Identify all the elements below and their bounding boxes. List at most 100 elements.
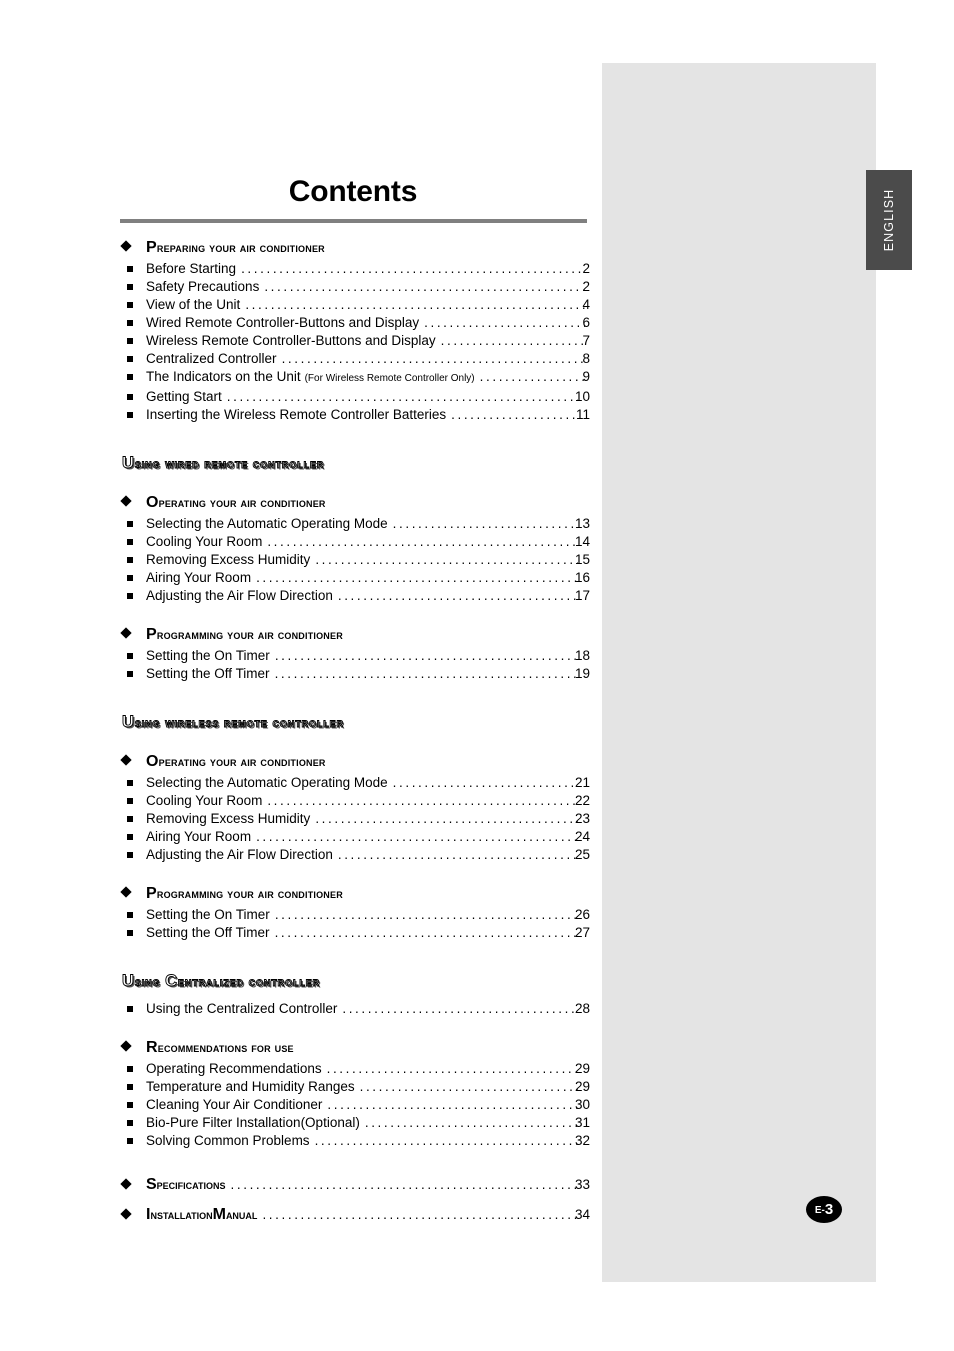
toc-entry[interactable]: The Indicators on the Unit (For Wireless … (120, 368, 590, 388)
toc-section-heading: Recommendations for use (120, 1039, 590, 1057)
toc-entry[interactable]: Temperature and Humidity Ranges.........… (120, 1078, 590, 1096)
toc-entry[interactable]: Before Starting.........................… (120, 260, 590, 278)
heading-lead-cap: O (146, 494, 159, 511)
table-of-contents: Contents Preparing your air conditioner B… (120, 175, 590, 1224)
toc-entry[interactable]: Centralized Controller..................… (120, 350, 590, 368)
square-bullet-icon (127, 1066, 133, 1072)
toc-top-entry[interactable]: Specifications..........................… (120, 1176, 590, 1194)
dot-leader: ........................................… (392, 775, 578, 790)
toc-entry-list: Setting the On Timer....................… (120, 647, 590, 683)
toc-entry-title: Safety Precautions (146, 279, 260, 294)
heading-text: rogramming your air conditioner (156, 886, 343, 901)
toc-entry-page: 18 (574, 648, 590, 663)
toc-entry-page: 22 (574, 793, 590, 808)
toc-entry-page: 32 (574, 1133, 590, 1148)
square-bullet-icon (127, 1084, 133, 1090)
toc-entry[interactable]: Safety Precautions......................… (120, 278, 590, 296)
toc-entry[interactable]: Getting Start...........................… (120, 388, 590, 406)
square-bullet-icon (127, 1102, 133, 1108)
toc-entry[interactable]: Selecting the Automatic Operating Mode..… (120, 774, 590, 792)
toc-entry[interactable]: Wired Remote Controller-Buttons and Disp… (120, 314, 590, 332)
banner-lead-cap: U (122, 713, 135, 732)
square-bullet-icon (127, 284, 133, 290)
square-bullet-icon (127, 356, 133, 362)
toc-entry-title: Cleaning Your Air Conditioner (146, 1097, 323, 1112)
banner-text-a: sing (134, 974, 166, 990)
toc-entry[interactable]: Inserting the Wireless Remote Controller… (120, 406, 590, 424)
toc-entry-title: View of the Unit (146, 297, 241, 312)
toc-entry[interactable]: Using the Centralized Controller........… (120, 1000, 590, 1018)
top-entry-second-cap: M (212, 1206, 226, 1223)
toc-entry[interactable]: Adjusting the Air Flow Direction........… (120, 587, 590, 605)
toc-entry[interactable]: Adjusting the Air Flow Direction........… (120, 846, 590, 864)
square-bullet-icon (127, 671, 133, 677)
toc-block: Operating your air conditioner Selecting … (120, 753, 590, 864)
toc-entry-title: Setting the On Timer (146, 907, 270, 922)
dot-leader: ........................................… (364, 1115, 578, 1130)
banner-second-cap: C (165, 972, 178, 991)
toc-entry-title: Cooling Your Room (146, 534, 263, 549)
toc-entry-title: Removing Excess Humidity (146, 811, 311, 826)
square-bullet-icon (127, 1120, 133, 1126)
square-bullet-icon (127, 539, 133, 545)
toc-entry-list: Setting the On Timer....................… (120, 906, 590, 942)
language-tab-english: ENGLISH (866, 170, 912, 270)
banner-lead-cap: U (122, 972, 135, 991)
toc-entry[interactable]: View of the Unit........................… (120, 296, 590, 314)
dot-leader: ........................................… (315, 811, 578, 826)
toc-entry[interactable]: Airing Your Room........................… (120, 569, 590, 587)
diamond-bullet-icon (120, 1208, 132, 1220)
toc-entry-title: Setting the Off Timer (146, 666, 270, 681)
toc-entry-page: 29 (574, 1061, 590, 1076)
toc-entry[interactable]: Removing Excess Humidity................… (120, 551, 590, 569)
toc-entry[interactable]: Solving Common Problems.................… (120, 1132, 590, 1150)
toc-section-heading: Operating your air conditioner (120, 753, 590, 771)
toc-block: Recommendations for use Operating Recomme… (120, 1039, 590, 1150)
toc-entry-page: 29 (574, 1079, 590, 1094)
dot-leader: ........................................… (451, 407, 579, 422)
page-badge-prefix: E- (814, 1204, 825, 1216)
dot-leader: ........................................… (256, 570, 578, 585)
toc-entry[interactable]: Wireless Remote Controller-Buttons and D… (120, 332, 590, 350)
toc-top-entry[interactable]: Installation Manual.....................… (120, 1206, 590, 1224)
top-entry-lead-cap: S (146, 1176, 157, 1193)
square-bullet-icon (127, 266, 133, 272)
toc-entry-page: 2 (582, 279, 590, 294)
toc-entry[interactable]: Bio-Pure Filter Installation(Optional)..… (120, 1114, 590, 1132)
toc-entry[interactable]: Setting the Off Timer...................… (120, 665, 590, 683)
toc-entry-page: 15 (574, 552, 590, 567)
toc-entry[interactable]: Cooling Your Room.......................… (120, 792, 590, 810)
heading-lead-cap: P (146, 626, 157, 643)
toc-entry[interactable]: Cooling Your Room.......................… (120, 533, 590, 551)
toc-entry-page: 11 (575, 407, 590, 422)
toc-entry-page: 30 (574, 1097, 590, 1112)
toc-entry-title: Airing Your Room (146, 570, 252, 585)
toc-entry-page: 14 (574, 534, 590, 549)
toc-entry-title: Selecting the Automatic Operating Mode (146, 775, 388, 790)
toc-entry-title: Centralized Controller (146, 351, 277, 366)
page-title: Contents (288, 175, 418, 208)
toc-entry[interactable]: Selecting the Automatic Operating Mode..… (120, 515, 590, 533)
diamond-bullet-icon (120, 886, 132, 898)
square-bullet-icon (127, 302, 133, 308)
toc-entry[interactable]: Setting the On Timer....................… (120, 906, 590, 924)
toc-entry[interactable]: Setting the Off Timer...................… (120, 924, 590, 942)
diamond-bullet-icon (120, 1178, 132, 1190)
toc-entry-list: Using the Centralized Controller........… (120, 1000, 590, 1018)
dot-leader: ........................................… (262, 1207, 578, 1222)
toc-entry[interactable]: Setting the On Timer....................… (120, 647, 590, 665)
diamond-bullet-icon (120, 240, 132, 252)
toc-entry[interactable]: Operating Recommendations...............… (120, 1060, 590, 1078)
square-bullet-icon (127, 852, 133, 858)
page-number-badge: E- 3 (806, 1196, 842, 1223)
toc-entry-note: (For Wireless Remote Controller Only) (304, 373, 475, 384)
square-bullet-icon (127, 521, 133, 527)
dot-leader: ........................................… (274, 925, 578, 940)
toc-entry[interactable]: Airing Your Room........................… (120, 828, 590, 846)
toc-entry-page: 6 (582, 315, 590, 330)
toc-entry[interactable]: Cleaning Your Air Conditioner...........… (120, 1096, 590, 1114)
heading-text: ecommendations for use (157, 1040, 294, 1055)
dot-leader: ........................................… (479, 369, 586, 384)
toc-entry-page: 19 (574, 666, 590, 681)
toc-entry[interactable]: Removing Excess Humidity................… (120, 810, 590, 828)
